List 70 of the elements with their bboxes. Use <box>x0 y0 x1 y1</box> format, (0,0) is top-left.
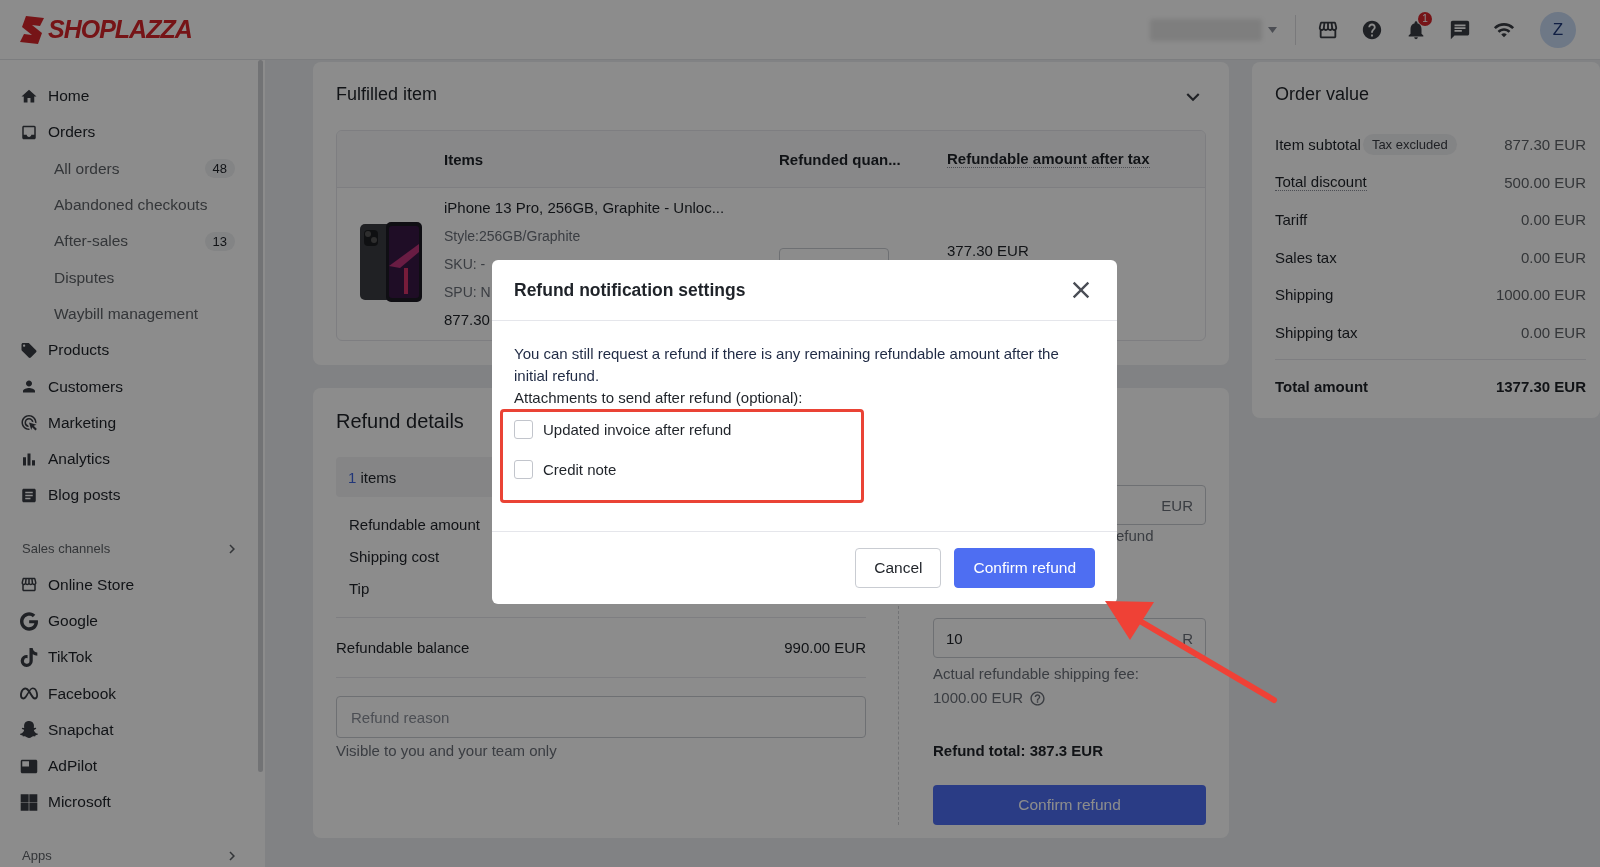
confirm-refund-button[interactable]: Confirm refund <box>933 785 1206 825</box>
value-amount: 500.00 EUR <box>1504 173 1586 191</box>
total-label: Total amount <box>1275 378 1369 395</box>
count-badge: 48 <box>204 159 235 179</box>
logo-icon <box>20 15 46 44</box>
field-hint: Visible to you and your team only <box>336 742 558 759</box>
refundable-amount: 377.30 EUR <box>947 242 1029 259</box>
attachments-label: Attachments to send after refund (optional): <box>514 388 804 408</box>
notification-badge: 1 <box>1418 11 1432 26</box>
scrollbar[interactable] <box>258 60 263 772</box>
value-amount: 0.00 EUR <box>1520 211 1586 229</box>
balance-label: Refundable balance <box>336 639 470 656</box>
detail-label: Tip <box>349 579 371 599</box>
count-badge: 13 <box>204 231 235 251</box>
checkbox[interactable] <box>514 459 533 479</box>
ghost-icon <box>20 720 38 740</box>
section-title: Sales channels <box>22 541 111 557</box>
value-label: Item subtotal <box>1275 136 1361 154</box>
column-header: Items <box>444 150 484 168</box>
chat-icon <box>1449 18 1471 41</box>
card-title: Refund details <box>336 410 464 433</box>
checkbox[interactable] <box>514 419 533 439</box>
column-header: Refundable amount after tax <box>947 150 1150 168</box>
detail-label: Shipping cost <box>349 547 441 567</box>
items-count: 1 items <box>348 468 397 486</box>
confirm-button[interactable]: Confirm refund <box>954 548 1095 588</box>
card-title: Order value <box>1275 84 1370 105</box>
cancel-button[interactable]: Cancel <box>855 548 942 588</box>
value-amount: 877.30 EUR <box>1504 136 1586 154</box>
help-icon[interactable] <box>1029 689 1047 707</box>
value-label: Total discount <box>1275 173 1367 192</box>
value-amount: 0.00 EUR <box>1520 323 1586 341</box>
checkbox-label: Updated invoice after refund <box>543 420 732 438</box>
windows-grid-icon <box>20 793 38 812</box>
caret-icon <box>1268 26 1277 33</box>
detail-label: Refundable amount <box>349 515 481 535</box>
product-sku: SKU: - <box>444 255 486 274</box>
checkbox-label: Credit note <box>543 460 617 478</box>
product-style: Style:256GB/Graphite <box>444 227 581 246</box>
section-title: Apps <box>22 848 52 864</box>
help-icon <box>1361 18 1383 41</box>
value-label: Shipping tax <box>1275 323 1358 341</box>
value-label: Sales tax <box>1275 248 1337 266</box>
value-amount: 1000.00 EUR <box>1495 286 1586 304</box>
product-price: 877.30 <box>444 310 490 330</box>
value-label: Tariff <box>1275 211 1308 229</box>
tiktok-icon <box>20 647 38 667</box>
product-spu: SPU: N <box>444 283 491 302</box>
card-title: Fulfilled item <box>336 84 438 105</box>
refund-reason-field[interactable]: Refund reason <box>336 696 866 738</box>
total-value: 1377.30 EUR <box>1495 378 1586 395</box>
balance-value: 990.00 EUR <box>784 639 866 656</box>
column-header: Refunded quan... <box>779 150 901 168</box>
value-label: Shipping <box>1275 286 1334 304</box>
google-icon <box>20 611 38 631</box>
refund-total: Refund total: 387.3 EUR <box>933 742 1105 759</box>
nav-item[interactable]: Microsoft <box>0 784 265 821</box>
tax-tag: Tax excluded <box>1362 134 1457 156</box>
product-name: iPhone 13 Pro, 256GB, Graphite - Unloc... <box>444 198 725 218</box>
avatar[interactable]: Z <box>1540 11 1576 48</box>
cursor-click-icon <box>20 413 38 433</box>
dialog-title: Refund notification settings <box>514 279 746 301</box>
value-amount: 0.00 EUR <box>1520 248 1586 266</box>
tag-icon <box>20 340 38 360</box>
logo-text: SHOPLAZZA <box>48 15 192 44</box>
shipping-fee: 1000.00 EUR <box>933 688 1024 708</box>
shipping-note: Actual refundable shipping fee: <box>933 664 1140 684</box>
dialog-message: You can still request a refund if there is any remaining refundable amount after the initial refund. <box>514 344 1060 386</box>
field-hint: efund <box>1116 527 1155 544</box>
notifications-button[interactable]: 1 <box>1394 9 1438 50</box>
